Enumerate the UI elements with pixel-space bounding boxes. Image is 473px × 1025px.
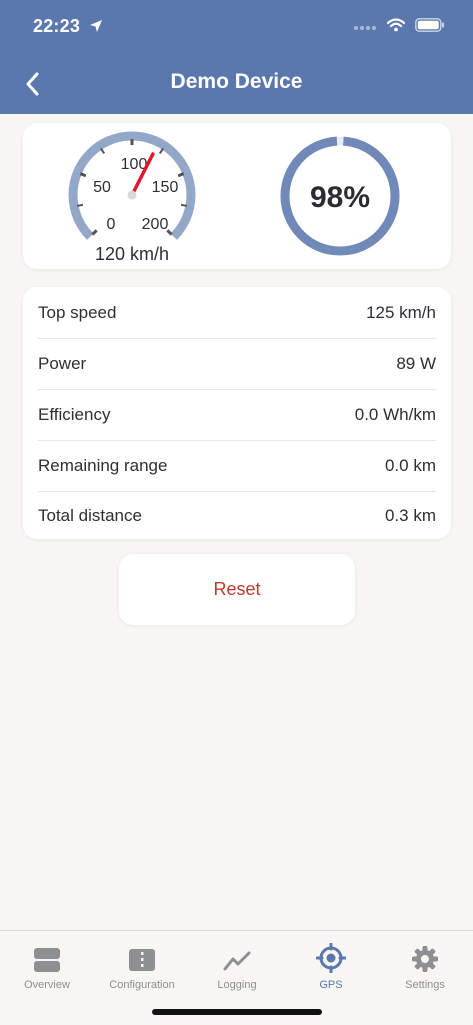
gauges-svg: 0 50 100 150 200 120 km/h 98% — [68, 131, 400, 264]
speed-tick-0: 0 — [107, 216, 116, 233]
stat-value: 125 km/h — [366, 302, 436, 322]
tab-label: Overview — [24, 979, 70, 991]
battery-ring: 98% — [280, 136, 400, 256]
speed-tick-mark — [79, 172, 87, 178]
speed-tick-mark — [177, 172, 185, 178]
speed-tick-mark — [180, 203, 188, 207]
tab-label: Configuration — [109, 979, 175, 991]
home-indicator — [152, 1009, 322, 1015]
stat-value: 0.0 km — [384, 455, 436, 475]
needle-hub — [127, 190, 137, 200]
status-indicators — [353, 18, 445, 37]
speed-tick-mark — [76, 203, 84, 207]
cellular-icon — [353, 19, 377, 37]
tab-gps[interactable]: GPS — [284, 931, 378, 991]
status-time: 22:23 — [33, 16, 103, 38]
tab-settings[interactable]: Settings — [378, 931, 472, 991]
speed-tick-mark — [100, 147, 106, 154]
speed-tick-200: 200 — [142, 216, 169, 233]
stat-value: 89 W — [396, 353, 436, 373]
overview-icon — [34, 948, 60, 972]
reset-button[interactable]: Reset — [119, 554, 355, 625]
stat-label: Top speed — [38, 302, 117, 322]
reset-button-label: Reset — [213, 579, 261, 599]
page-title: Demo Device — [170, 70, 303, 93]
logging-icon — [223, 951, 251, 971]
location-arrow-icon — [89, 17, 103, 38]
status-time-text: 22:23 — [33, 16, 81, 36]
stat-label: Remaining range — [38, 455, 168, 475]
settings-icon — [412, 946, 438, 972]
speed-tick-mark — [91, 229, 98, 236]
tab-configuration[interactable]: Configuration — [95, 931, 189, 991]
speed-readout: 120 km/h — [95, 244, 169, 264]
stat-row-power: Power 89 W — [38, 338, 436, 390]
tab-label: GPS — [319, 979, 343, 991]
speed-tick-50: 50 — [93, 179, 111, 196]
speedometer: 0 50 100 150 200 120 km/h — [68, 131, 196, 264]
gps-icon — [316, 943, 346, 973]
tab-overview[interactable]: Overview — [0, 931, 94, 991]
tab-label: Logging — [217, 979, 257, 991]
stat-row-efficiency: Efficiency 0.0 Wh/km — [38, 389, 436, 441]
battery-percent: 98% — [310, 181, 370, 214]
stat-value: 0.0 Wh/km — [354, 404, 436, 424]
stat-row-total-distance: Total distance 0.3 km — [38, 490, 436, 541]
configuration-icon — [129, 949, 155, 971]
battery-status-icon — [415, 18, 445, 37]
stat-label: Power — [38, 353, 87, 373]
stat-label: Efficiency — [38, 404, 111, 424]
tab-logging[interactable]: Logging — [190, 931, 284, 991]
gauges-card: 0 50 100 150 200 120 km/h 98% — [23, 123, 451, 269]
speed-tick-150: 150 — [152, 179, 179, 196]
stats-card: Top speed 125 km/h Power 89 W Efficiency… — [23, 287, 451, 539]
nav-header: 22:23 Demo Device — [0, 0, 473, 114]
stat-label: Total distance — [38, 505, 142, 525]
tab-label: Settings — [405, 979, 445, 991]
speed-tick-mark — [158, 147, 164, 154]
stat-row-remaining-range: Remaining range 0.0 km — [38, 440, 436, 492]
wifi-icon — [386, 18, 406, 37]
stat-row-top-speed: Top speed 125 km/h — [38, 287, 436, 339]
stat-value: 0.3 km — [384, 505, 436, 525]
